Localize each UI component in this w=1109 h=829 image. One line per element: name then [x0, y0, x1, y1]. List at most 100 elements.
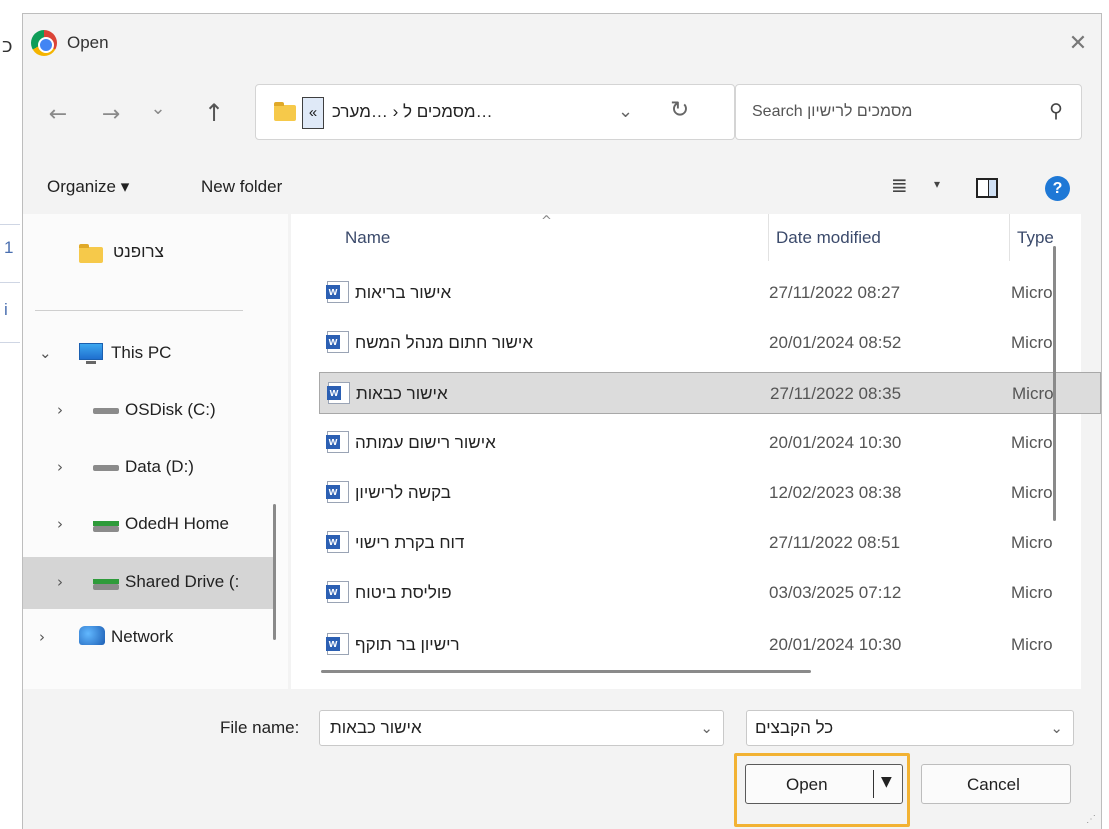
nav-item-osdisk[interactable]: › OSDisk (C:): [23, 385, 273, 437]
file-row[interactable]: אישור חתום מנהל המשח 20/01/2024 08:52 Mi…: [319, 322, 1101, 364]
file-name: אישור כבאות: [356, 384, 448, 403]
file-date: 27/11/2022 08:27: [769, 283, 901, 302]
back-button[interactable]: ←: [43, 102, 73, 127]
navigation-pane: צרופנט ⌄ This PC › OSDisk (C:) › Data (D…: [23, 214, 288, 689]
nav-item-home-drive[interactable]: › OdedH Home: [23, 499, 273, 551]
file-date: 20/01/2024 10:30: [769, 635, 902, 654]
background-divider: [0, 342, 20, 343]
chevron-right-icon[interactable]: ›: [57, 515, 63, 533]
file-row[interactable]: דוח בקרת רישוי 27/11/2022 08:51 Micro: [319, 522, 1101, 564]
chevron-right-icon[interactable]: ›: [57, 458, 63, 476]
open-options-dropdown[interactable]: ▼: [881, 774, 892, 790]
file-row[interactable]: פוליסת ביטוח 03/03/2025 07:12 Micro: [319, 572, 1101, 614]
column-header-type[interactable]: Type: [1017, 228, 1054, 248]
nav-item-folder[interactable]: צרופנט: [23, 227, 273, 279]
nav-item-label: Data (D:): [125, 457, 194, 476]
network-drive-icon: [93, 579, 119, 590]
vertical-scrollbar[interactable]: [1053, 246, 1056, 521]
word-document-icon: [326, 331, 349, 353]
column-divider[interactable]: [768, 214, 769, 261]
nav-scrollbar[interactable]: [273, 504, 276, 640]
word-document-icon: [326, 481, 349, 503]
file-type: Micro: [1011, 283, 1053, 302]
network-drive-icon: [93, 521, 119, 532]
search-box[interactable]: Search מסמכים לרישיון ⚲: [735, 84, 1082, 140]
file-date: 27/11/2022 08:51: [769, 533, 901, 552]
command-bar: Organize ▾ New folder ≣ ▾ ?: [23, 167, 1101, 207]
search-input[interactable]: Search מסמכים לרישיון: [752, 103, 912, 121]
nav-item-label: Shared Drive (:: [125, 572, 240, 591]
file-row[interactable]: אישור בריאות 27/11/2022 08:27 Micro: [319, 272, 1101, 314]
file-row[interactable]: רישיון בר תוקף 20/01/2024 10:30 Micro: [319, 624, 1101, 666]
open-button[interactable]: Open ▼: [745, 764, 903, 804]
cancel-button[interactable]: Cancel: [921, 764, 1071, 804]
file-name: אישור בריאות: [355, 283, 452, 302]
background-window-edge: כ 1 i: [0, 0, 22, 829]
nav-item-label: This PC: [111, 343, 172, 362]
file-row-selected[interactable]: אישור כבאות 27/11/2022 08:35 Micro: [319, 372, 1101, 414]
address-dropdown-button[interactable]: ⌄: [618, 101, 633, 122]
chevron-right-icon[interactable]: ›: [57, 401, 63, 419]
nav-item-label: OSDisk (C:): [125, 400, 216, 419]
file-type: Micro: [1011, 583, 1053, 602]
folder-icon: [274, 102, 296, 121]
file-type-select[interactable]: כל הקבצים ⌄: [746, 710, 1074, 746]
open-button-label: Open: [786, 775, 828, 794]
sort-indicator-icon: ^: [541, 214, 552, 229]
column-header-name[interactable]: Name: [345, 228, 390, 248]
chevron-down-icon[interactable]: ⌄: [1050, 719, 1063, 737]
network-icon: [79, 626, 105, 645]
chevron-right-icon[interactable]: ›: [39, 628, 45, 646]
view-options-icon[interactable]: ≣: [891, 173, 908, 197]
preview-pane-icon[interactable]: [976, 178, 998, 198]
word-document-icon: [326, 581, 349, 603]
breadcrumb-overflow-button[interactable]: «: [302, 97, 324, 129]
file-row[interactable]: בקשה לרישיון 12/02/2023 08:38 Micro: [319, 472, 1101, 514]
column-header-date-modified[interactable]: Date modified: [776, 228, 881, 248]
close-button[interactable]: ✕: [1063, 28, 1093, 58]
split-divider: [873, 770, 874, 798]
word-document-icon: [326, 633, 349, 655]
dialog-title: Open: [67, 33, 109, 52]
cancel-button-label: Cancel: [967, 775, 1020, 794]
new-folder-button[interactable]: New folder: [201, 177, 282, 197]
horizontal-scrollbar[interactable]: [321, 670, 811, 673]
file-type: Micro: [1011, 333, 1053, 352]
file-type: Micro: [1011, 533, 1053, 552]
breadcrumb[interactable]: …מסמכים ל ‹ …מערכ: [332, 102, 493, 122]
background-divider: [0, 282, 20, 283]
open-file-dialog: Open ✕ ← → ⌄ ↑ « …מסמכים ל ‹ …מערכ ⌄ ↻ S…: [22, 13, 1102, 829]
nav-item-label: Network: [111, 627, 174, 646]
refresh-button[interactable]: ↻: [670, 97, 689, 123]
file-name: דוח בקרת רישוי: [355, 533, 465, 552]
file-name-value[interactable]: אישור כבאות: [330, 718, 422, 738]
background-glyph: i: [4, 300, 8, 319]
nav-item-data-drive[interactable]: › Data (D:): [23, 442, 273, 494]
organize-menu[interactable]: Organize ▾: [47, 177, 129, 197]
word-document-icon: [326, 431, 349, 453]
resize-grip-icon[interactable]: ⋰: [1086, 814, 1097, 825]
nav-item-network[interactable]: › Network: [23, 612, 273, 664]
view-options-dropdown[interactable]: ▾: [934, 177, 940, 191]
file-row[interactable]: אישור רישום עמותה 20/01/2024 10:30 Micro: [319, 422, 1101, 464]
forward-button[interactable]: →: [96, 102, 126, 127]
chevron-down-icon[interactable]: ⌄: [39, 344, 52, 362]
word-document-icon: [327, 382, 350, 404]
chevron-down-icon[interactable]: ⌄: [700, 719, 713, 737]
background-glyph: 1: [4, 238, 14, 257]
chevron-right-icon[interactable]: ›: [57, 573, 63, 591]
column-divider[interactable]: [1009, 214, 1010, 261]
address-bar[interactable]: « …מסמכים ל ‹ …מערכ ⌄ ↻: [255, 84, 735, 140]
word-document-icon: [326, 281, 349, 303]
title-bar: Open ✕: [23, 14, 1101, 70]
file-date: 20/01/2024 08:52: [769, 333, 902, 352]
file-name: אישור רישום עמותה: [355, 433, 496, 452]
file-name-input[interactable]: אישור כבאות ⌄: [319, 710, 724, 746]
nav-item-shared-drive[interactable]: › Shared Drive (:: [23, 557, 273, 609]
up-button[interactable]: ↑: [186, 90, 242, 136]
help-icon[interactable]: ?: [1045, 176, 1070, 201]
file-type: Micro: [1012, 384, 1054, 403]
nav-item-this-pc[interactable]: ⌄ This PC: [23, 328, 273, 380]
recent-locations-button[interactable]: ⌄: [143, 98, 173, 119]
file-date: 12/02/2023 08:38: [769, 483, 902, 502]
